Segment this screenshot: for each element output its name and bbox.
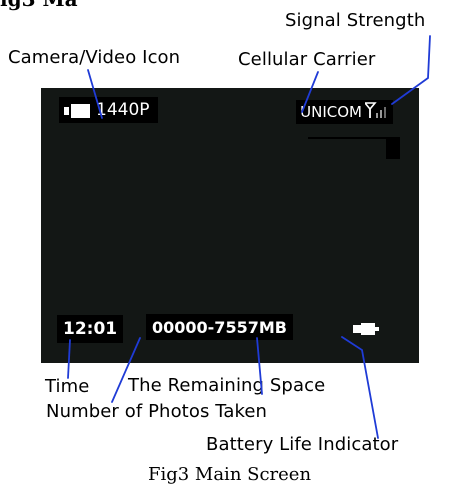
carrier-label: UNICOM <box>296 100 393 124</box>
signal-antenna-icon <box>363 102 389 122</box>
callout-battery-life: Battery Life Indicator <box>206 434 399 455</box>
figure-caption: Fig3 Main Screen <box>147 464 312 485</box>
header-fragment: ig3 Ma <box>0 0 78 10</box>
carrier-value: UNICOM <box>300 103 362 121</box>
resolution-value: 1440P <box>96 100 150 120</box>
callout-signal-strength: Signal Strength <box>285 10 426 31</box>
remaining-space-label: 00000-7557MB <box>146 314 293 340</box>
time-label: 12:01 <box>57 315 124 343</box>
camera-icon <box>64 103 90 118</box>
callout-remaining-space: The Remaining Space <box>128 375 326 396</box>
device-screen: 1440P UNICOM 12:01 00000-7557MB <box>41 88 419 363</box>
callout-camera-video-icon: Camera/Video Icon <box>8 47 181 68</box>
callout-photos-taken: Number of Photos Taken <box>46 401 268 422</box>
resolution-label: 1440P <box>59 97 158 123</box>
callout-cellular-carrier: Cellular Carrier <box>238 49 376 70</box>
callout-time: Time <box>45 376 90 397</box>
signal-indicator-block <box>386 137 400 159</box>
battery-icon <box>353 320 379 335</box>
